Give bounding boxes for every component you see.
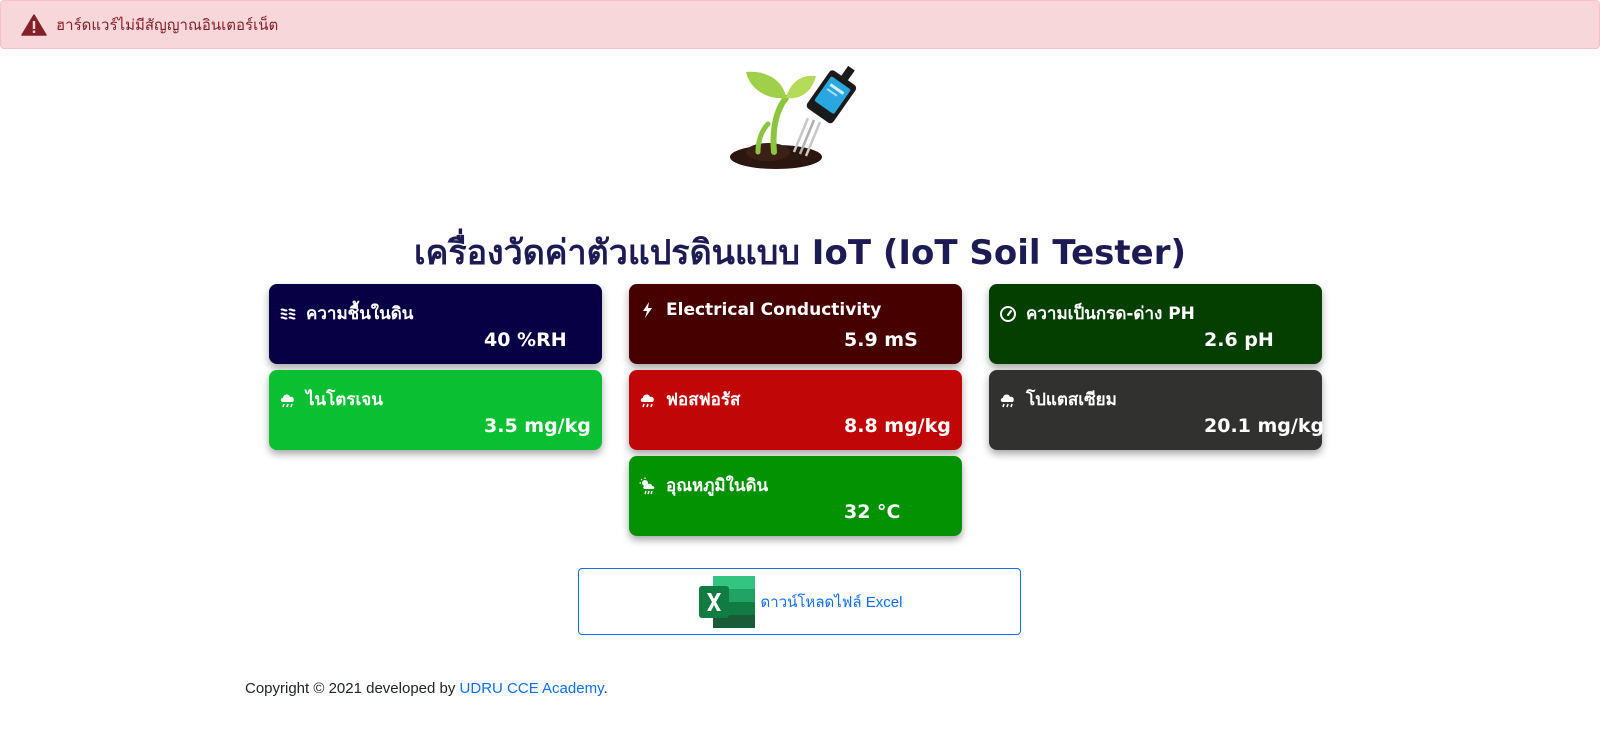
temperature-value: 32 °C xyxy=(844,501,901,523)
moisture-card: ความชื้นในดิน 40 %RH xyxy=(269,284,602,364)
nitrogen-value: 3.5 mg/kg xyxy=(484,415,591,437)
cloud-sun-rain-icon xyxy=(639,477,655,494)
download-label: ดาวน์โหลดไฟล์ Excel xyxy=(760,593,903,611)
potassium-card: โปแตสเซียม 20.1 mg/kg xyxy=(989,370,1325,450)
footer-copyright: Copyright © 2021 developed by xyxy=(245,680,456,697)
speedometer-icon xyxy=(1000,305,1016,322)
cloud-rain-icon xyxy=(640,393,654,407)
soil-sensor-sprout-logo xyxy=(730,65,857,169)
moisture-value: 40 %RH xyxy=(484,329,567,351)
cloud-rain-icon xyxy=(1000,393,1014,407)
footer-link[interactable]: UDRU CCE Academy xyxy=(460,680,604,697)
download-excel-button[interactable]: ดาวน์โหลดไฟล์ Excel xyxy=(578,568,1021,635)
warning-triangle-icon xyxy=(21,13,47,36)
page-title: เครื่องวัดค่าตัวแปรดินแบบ IoT (IoT Soil … xyxy=(413,233,1187,273)
ec-label: Electrical Conductivity xyxy=(666,300,882,320)
lightning-bolt-icon xyxy=(643,302,652,318)
ec-card: Electrical Conductivity 5.9 mS xyxy=(629,284,962,364)
excel-icon xyxy=(698,575,755,628)
ph-label: ความเป็นกรด-ด่าง PH xyxy=(1026,304,1195,324)
ph-value: 2.6 pH xyxy=(1204,329,1274,351)
phosphorus-label: ฟอสฟอรัส xyxy=(666,390,741,410)
potassium-value: 20.1 mg/kg xyxy=(1204,415,1325,437)
no-internet-alert: ฮาร์ดแวร์ไม่มีสัญญาณอินเตอร์เน็ต xyxy=(0,0,1600,49)
footer-suffix: . xyxy=(603,680,608,697)
moisture-label: ความชื้นในดิน xyxy=(306,304,414,324)
temperature-card: อุณหภูมิในดิน 32 °C xyxy=(629,456,962,536)
footer: Copyright © 2021 developed by UDRU CCE A… xyxy=(245,680,608,697)
temperature-label: อุณหภูมิในดิน xyxy=(666,476,769,496)
ph-card: ความเป็นกรด-ด่าง PH 2.6 pH xyxy=(989,284,1322,364)
ec-value: 5.9 mS xyxy=(844,329,918,351)
phosphorus-card: ฟอสฟอรัส 8.8 mg/kg xyxy=(629,370,962,450)
cloud-rain-icon xyxy=(280,393,294,407)
alert-message: ฮาร์ดแวร์ไม่มีสัญญาณอินเตอร์เน็ต xyxy=(56,16,279,34)
water-waves-icon xyxy=(280,307,296,320)
nitrogen-card: ไนโตรเจน 3.5 mg/kg xyxy=(269,370,602,450)
phosphorus-value: 8.8 mg/kg xyxy=(844,415,951,437)
nitrogen-label: ไนโตรเจน xyxy=(306,390,383,410)
potassium-label: โปแตสเซียม xyxy=(1026,390,1117,410)
